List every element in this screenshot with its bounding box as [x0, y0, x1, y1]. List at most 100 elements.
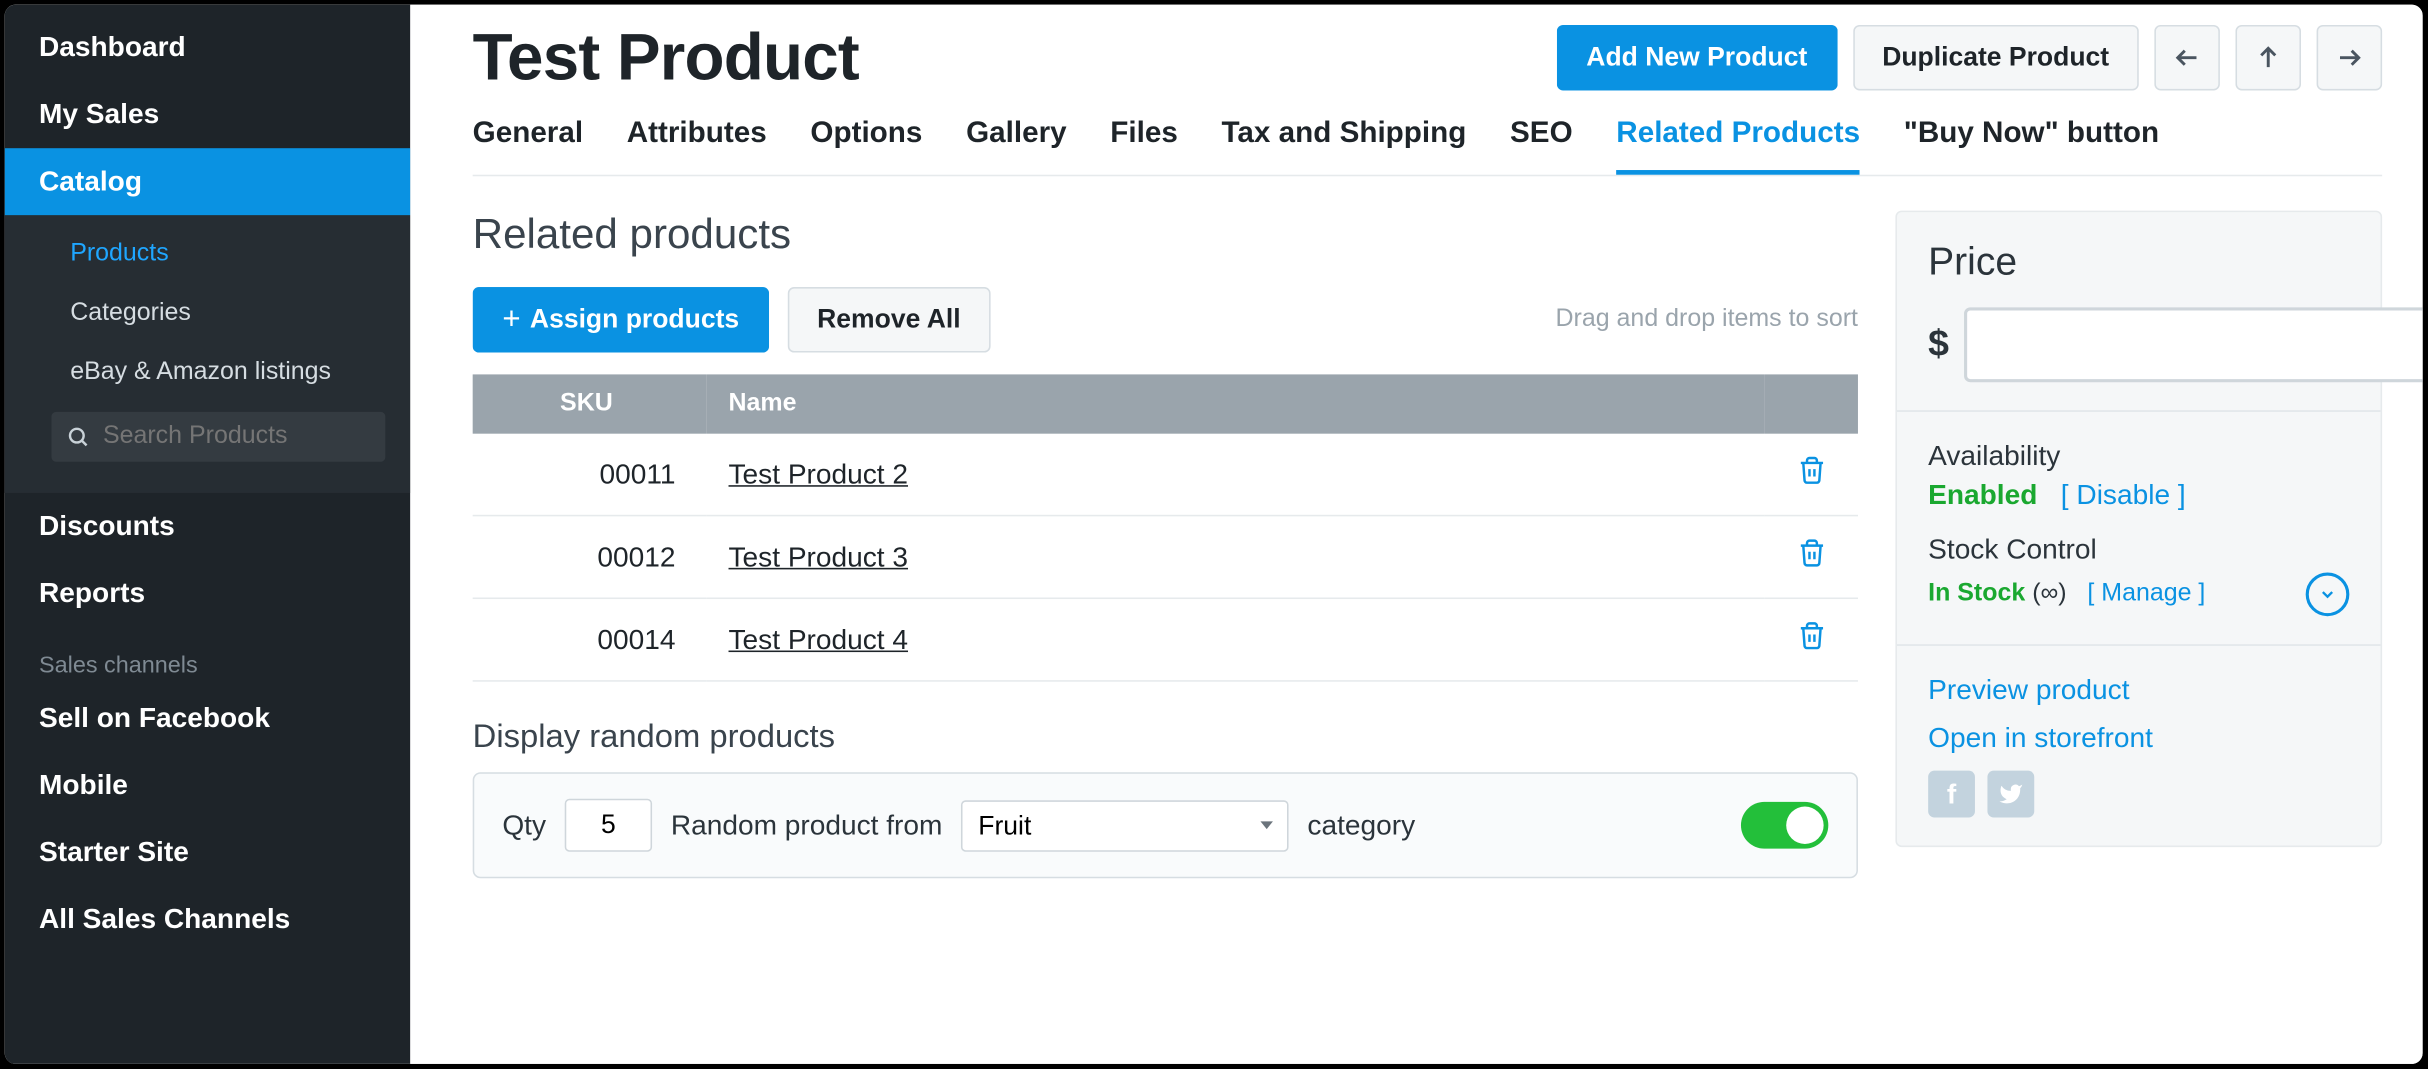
arrow-right-icon: [2335, 44, 2363, 72]
qty-input[interactable]: [565, 799, 652, 852]
category-suffix: category: [1307, 809, 1415, 842]
open-storefront-link[interactable]: Open in storefront: [1928, 722, 2349, 755]
random-products-box: Qty Random product from Fruit category: [473, 772, 1858, 878]
random-from-label: Random product from: [671, 809, 943, 842]
duplicate-product-button[interactable]: Duplicate Product: [1853, 25, 2139, 91]
sidebar-item-mysales[interactable]: My Sales: [5, 81, 411, 148]
table-row[interactable]: 00011 Test Product 2: [473, 434, 1858, 516]
cell-name: Test Product 2: [707, 434, 1765, 516]
facebook-icon: f: [1947, 778, 1956, 811]
social-buttons: f: [1928, 771, 2349, 818]
search-icon: [67, 425, 90, 448]
page-title: Test Product: [473, 20, 859, 95]
availability-label: Availability: [1928, 440, 2349, 473]
stock-expand-button[interactable]: [2306, 573, 2350, 617]
stock-value: In Stock: [1928, 580, 2025, 607]
tab-seo[interactable]: SEO: [1510, 117, 1573, 175]
tab-buy-now[interactable]: "Buy Now" button: [1904, 117, 2159, 175]
product-link[interactable]: Test Product 4: [729, 623, 908, 654]
row-delete-button[interactable]: [1764, 516, 1858, 599]
sidebar-channel-startersite[interactable]: Starter Site: [5, 819, 411, 886]
sidebar-subitem-ebay-amazon[interactable]: eBay & Amazon listings: [5, 343, 411, 402]
row-delete-button[interactable]: [1764, 434, 1858, 516]
nav-up-button[interactable]: [2235, 25, 2301, 91]
header-actions: Add New Product Duplicate Product: [1557, 25, 2382, 91]
cell-sku: 00011: [473, 434, 707, 516]
manage-link[interactable]: [ Manage ]: [2087, 580, 2205, 607]
tab-files[interactable]: Files: [1110, 117, 1178, 175]
separator: [1897, 644, 2381, 646]
sidebar-search-input[interactable]: [103, 423, 370, 451]
tab-related-products[interactable]: Related Products: [1616, 117, 1860, 175]
category-select[interactable]: Fruit: [961, 800, 1289, 851]
col-name: Name: [707, 374, 1765, 433]
table-row[interactable]: 00012 Test Product 3: [473, 516, 1858, 599]
random-toggle[interactable]: [1741, 802, 1828, 849]
trash-icon: [1796, 456, 1826, 486]
aside-panel: Price $ Availability Enabled [ Disable ]: [1895, 211, 2382, 847]
related-actions: + Assign products Remove All Drag and dr…: [473, 287, 1858, 353]
main-content: Test Product Add New Product Duplicate P…: [410, 5, 2422, 1064]
sidebar-channel-all[interactable]: All Sales Channels: [5, 886, 411, 953]
availability-value: Enabled: [1928, 479, 2037, 510]
content-main: Related products + Assign products Remov…: [473, 211, 1858, 879]
sidebar-section-channels: Sales channels: [5, 627, 411, 685]
tab-attributes[interactable]: Attributes: [627, 117, 767, 175]
price-row: $: [1928, 307, 2349, 382]
sidebar-subitem-categories[interactable]: Categories: [5, 284, 411, 343]
assign-products-button[interactable]: + Assign products: [473, 287, 769, 353]
sidebar-subitem-products[interactable]: Products: [5, 225, 411, 284]
price-input[interactable]: [1965, 307, 2423, 382]
facebook-share-button[interactable]: f: [1928, 771, 1975, 818]
add-product-button[interactable]: Add New Product: [1557, 25, 1837, 91]
cell-sku: 00014: [473, 598, 707, 681]
tab-options[interactable]: Options: [810, 117, 922, 175]
chevron-down-icon: [2318, 585, 2337, 604]
sidebar-channel-mobile[interactable]: Mobile: [5, 752, 411, 819]
disable-link[interactable]: [ Disable ]: [2061, 479, 2186, 510]
product-link[interactable]: Test Product 3: [729, 541, 908, 572]
random-products-title: Display random products: [473, 719, 1858, 756]
separator: [1897, 410, 2381, 412]
arrow-left-icon: [2173, 44, 2201, 72]
cell-name: Test Product 4: [707, 598, 1765, 681]
related-products-title: Related products: [473, 211, 1858, 259]
sidebar-item-reports[interactable]: Reports: [5, 560, 411, 627]
product-link[interactable]: Test Product 2: [729, 458, 908, 489]
aside-panel-container: Price $ Availability Enabled [ Disable ]: [1895, 211, 2382, 879]
qty-label: Qty: [502, 809, 546, 842]
sidebar-item-catalog[interactable]: Catalog: [5, 148, 411, 215]
preview-product-link[interactable]: Preview product: [1928, 674, 2349, 707]
stock-infinity: (∞): [2032, 580, 2066, 607]
table-row[interactable]: 00014 Test Product 4: [473, 598, 1858, 681]
nav-forward-button[interactable]: [2317, 25, 2383, 91]
twitter-icon: [1998, 782, 2023, 807]
currency-symbol: $: [1928, 323, 1949, 367]
twitter-share-button[interactable]: [1987, 771, 2034, 818]
product-tabs: General Attributes Options Gallery Files…: [473, 117, 2382, 176]
tab-tax-shipping[interactable]: Tax and Shipping: [1222, 117, 1467, 175]
tab-general[interactable]: General: [473, 117, 583, 175]
remove-all-button[interactable]: Remove All: [788, 287, 991, 353]
sidebar-item-discounts[interactable]: Discounts: [5, 493, 411, 560]
sidebar: Dashboard My Sales Catalog Products Cate…: [5, 5, 411, 1064]
sidebar-search[interactable]: [51, 412, 385, 462]
stock-label: Stock Control: [1928, 534, 2349, 567]
trash-icon: [1796, 538, 1826, 568]
row-delete-button[interactable]: [1764, 598, 1858, 681]
content-row: Related products + Assign products Remov…: [473, 211, 2382, 879]
cell-sku: 00012: [473, 516, 707, 599]
cell-name: Test Product 3: [707, 516, 1765, 599]
sidebar-item-dashboard[interactable]: Dashboard: [5, 14, 411, 81]
availability-row: Enabled [ Disable ]: [1928, 479, 2349, 512]
panel-links: Preview product Open in storefront: [1928, 674, 2349, 755]
table-header-row: SKU Name: [473, 374, 1858, 433]
col-sku: SKU: [473, 374, 707, 433]
tab-gallery[interactable]: Gallery: [966, 117, 1067, 175]
sidebar-channel-facebook[interactable]: Sell on Facebook: [5, 685, 411, 752]
app-window: Dashboard My Sales Catalog Products Cate…: [0, 0, 2427, 1069]
related-table: SKU Name 00011 Test Product 2: [473, 374, 1858, 681]
price-label: Price: [1928, 240, 2349, 285]
nav-back-button[interactable]: [2154, 25, 2220, 91]
category-select-wrap: Fruit: [961, 800, 1289, 851]
